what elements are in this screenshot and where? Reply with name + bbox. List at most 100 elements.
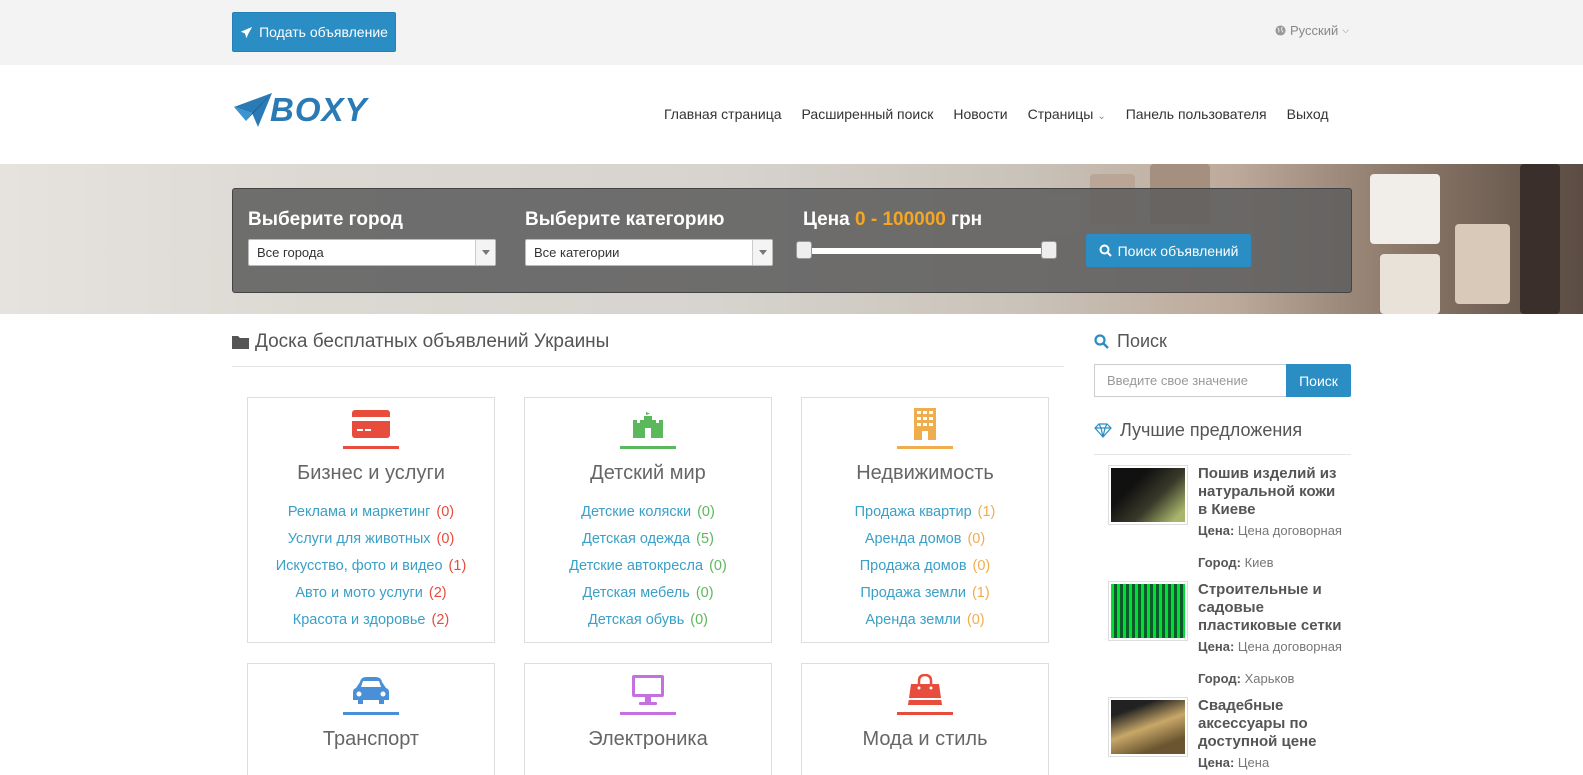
subcategory-link[interactable]: Искусство, фото и видео (1) — [248, 557, 494, 584]
offer-title[interactable]: Свадебные аксессуары по доступной цене — [1198, 697, 1348, 751]
subcategory-count: (2) — [428, 585, 447, 601]
main-nav: Главная страница Расширенный поиск Новос… — [664, 106, 1329, 122]
price-slider-max-handle[interactable] — [1041, 241, 1057, 259]
post-ad-button[interactable]: Подать объявление — [232, 12, 396, 52]
sidebar-search-title: Поиск — [1117, 331, 1167, 351]
subcategory-link[interactable]: Услуги для животных (0) — [248, 530, 494, 557]
category-title[interactable]: Транспорт — [248, 728, 494, 751]
nav-home[interactable]: Главная страница — [664, 106, 782, 122]
language-selector[interactable]: Русский ⌵ — [1275, 23, 1349, 38]
subcategory-link[interactable]: Авто и мото услуги (2) — [248, 584, 494, 611]
category-title[interactable]: Детский мир — [525, 462, 771, 485]
logo[interactable]: BOXY — [232, 91, 368, 129]
subcategory-link[interactable]: Красота и здоровье (2) — [248, 611, 494, 638]
subcategory-link[interactable]: Детская мебель (0) — [525, 584, 771, 611]
subcategory-link[interactable]: Продажа квартир (1) — [802, 503, 1048, 530]
dropdown-arrow-icon — [475, 240, 495, 265]
subcategory-count: (0) — [967, 531, 986, 547]
subcategory-link[interactable]: Продажа домов (0) — [802, 557, 1048, 584]
offer-price-key: Цена: — [1198, 639, 1235, 654]
subcategory-count: (1) — [971, 585, 990, 601]
subcategory-link[interactable]: Детская обувь (0) — [525, 611, 771, 638]
offer-price-key: Цена: — [1198, 755, 1235, 770]
subcategory-list: Реклама и маркетинг (0) Услуги для животн… — [248, 503, 494, 638]
offer-thumbnail[interactable] — [1108, 581, 1188, 641]
price-label: Цена 0 - 100000 грн — [803, 209, 982, 231]
offer-price: Цена: Цена — [1198, 755, 1348, 771]
category-label: Выберите категорию — [525, 209, 725, 230]
car-icon — [353, 677, 389, 704]
subcategory-link[interactable]: Реклама и маркетинг (0) — [248, 503, 494, 530]
sidebar-search-button[interactable]: Поиск — [1286, 364, 1351, 397]
subcategory-link[interactable]: Аренда домов (0) — [802, 530, 1048, 557]
subcategory-label: Детские автокресла — [569, 558, 704, 574]
category-title[interactable]: Электроника — [525, 728, 771, 751]
paper-plane-icon — [240, 26, 253, 38]
page-title-text: Доска бесплатных объявлений Украины — [255, 331, 610, 352]
chevron-down-icon: ⌄ — [1097, 111, 1106, 122]
offer-city-key: Город: — [1198, 555, 1241, 570]
nav-user-panel[interactable]: Панель пользователя — [1126, 106, 1267, 122]
subcategory-link[interactable]: Детская одежда (5) — [525, 530, 771, 557]
subcategory-label: Аренда земли — [865, 612, 961, 628]
category-card-kids: Детский мир Детские коляски (0) Детская о… — [524, 397, 772, 643]
city-label: Выберите город — [248, 209, 403, 230]
nav-advanced-search[interactable]: Расширенный поиск — [802, 106, 934, 122]
monitor-icon — [632, 675, 664, 705]
sidebar-search-input[interactable]: Введите свое значение — [1094, 364, 1287, 397]
offer-thumbnail[interactable] — [1108, 465, 1188, 525]
offer-city-value: Харьков — [1244, 671, 1295, 686]
nav-pages[interactable]: Страницы ⌄ — [1028, 106, 1106, 122]
category-title[interactable]: Мода и стиль — [802, 728, 1048, 751]
sidebar-search-placeholder: Введите свое значение — [1107, 373, 1248, 388]
category-select-value: Все категории — [534, 245, 620, 260]
nav-logout[interactable]: Выход — [1287, 106, 1329, 122]
logo-plane-icon — [234, 93, 272, 127]
offer-price-value: Цена договорная — [1237, 639, 1342, 654]
offer-thumbnail[interactable] — [1108, 697, 1188, 757]
subcategory-label: Детская одежда — [582, 531, 691, 547]
subcategory-label: Детская обувь — [587, 612, 685, 628]
search-ads-button[interactable]: Поиск объявлений — [1086, 234, 1251, 267]
offer-title[interactable]: Строительные и садовые пластиковые сетки — [1198, 581, 1348, 635]
offer-price: Цена: Цена договорная — [1198, 639, 1348, 655]
subcategory-link[interactable]: Детские автокресла (0) — [525, 557, 771, 584]
category-card-business: Бизнес и услуги Реклама и маркетинг (0) У… — [247, 397, 495, 643]
credit-card-icon — [352, 410, 390, 438]
subcategory-label: Детская мебель — [582, 585, 690, 601]
price-range-value: 0 - 100000 — [855, 209, 946, 230]
offer-title[interactable]: Пошив изделий из натуральной кожи в Киев… — [1198, 465, 1348, 519]
divider — [232, 366, 1064, 367]
category-card-electronics: Электроника — [524, 663, 772, 775]
diamond-icon — [1094, 423, 1112, 438]
subcategory-label: Продажа домов — [859, 558, 967, 574]
subcategory-list: Продажа квартир (1) Аренда домов (0) Прода… — [802, 503, 1048, 638]
subcategory-label: Детские коляски — [581, 504, 692, 520]
subcategory-count: (1) — [448, 558, 467, 574]
price-label-text: Цена — [803, 209, 850, 230]
offer-price: Цена: Цена договорная — [1198, 523, 1348, 539]
subcategory-link[interactable]: Детские коляски (0) — [525, 503, 771, 530]
search-panel: Выберите город Все города Выберите катег… — [232, 188, 1352, 293]
subcategory-label: Услуги для животных — [287, 531, 431, 547]
offer-city-key: Город: — [1198, 671, 1241, 686]
city-select[interactable]: Все города — [248, 239, 496, 266]
offer-price-key: Цена: — [1198, 523, 1235, 538]
subcategory-label: Красота и здоровье — [292, 612, 426, 628]
sidebar-search-heading: Поиск — [1094, 331, 1167, 352]
offer-price-value: Цена договорная — [1237, 523, 1342, 538]
subcategory-count: (0) — [966, 612, 985, 628]
search-icon — [1094, 334, 1109, 349]
price-slider-track[interactable] — [805, 248, 1053, 254]
category-card-fashion: Мода и стиль — [801, 663, 1049, 775]
price-slider-min-handle[interactable] — [796, 241, 812, 259]
nav-news[interactable]: Новости — [953, 106, 1007, 122]
subcategory-link[interactable]: Аренда земли (0) — [802, 611, 1048, 638]
category-title[interactable]: Недвижимость — [802, 462, 1048, 485]
category-select[interactable]: Все категории — [525, 239, 773, 266]
subcategory-link[interactable]: Продажа земли (1) — [802, 584, 1048, 611]
post-ad-label: Подать объявление — [259, 24, 388, 40]
offer-city-value: Киев — [1244, 555, 1274, 570]
category-card-realty: Недвижимость Продажа квартир (1) Аренда д… — [801, 397, 1049, 643]
category-title[interactable]: Бизнес и услуги — [248, 462, 494, 485]
